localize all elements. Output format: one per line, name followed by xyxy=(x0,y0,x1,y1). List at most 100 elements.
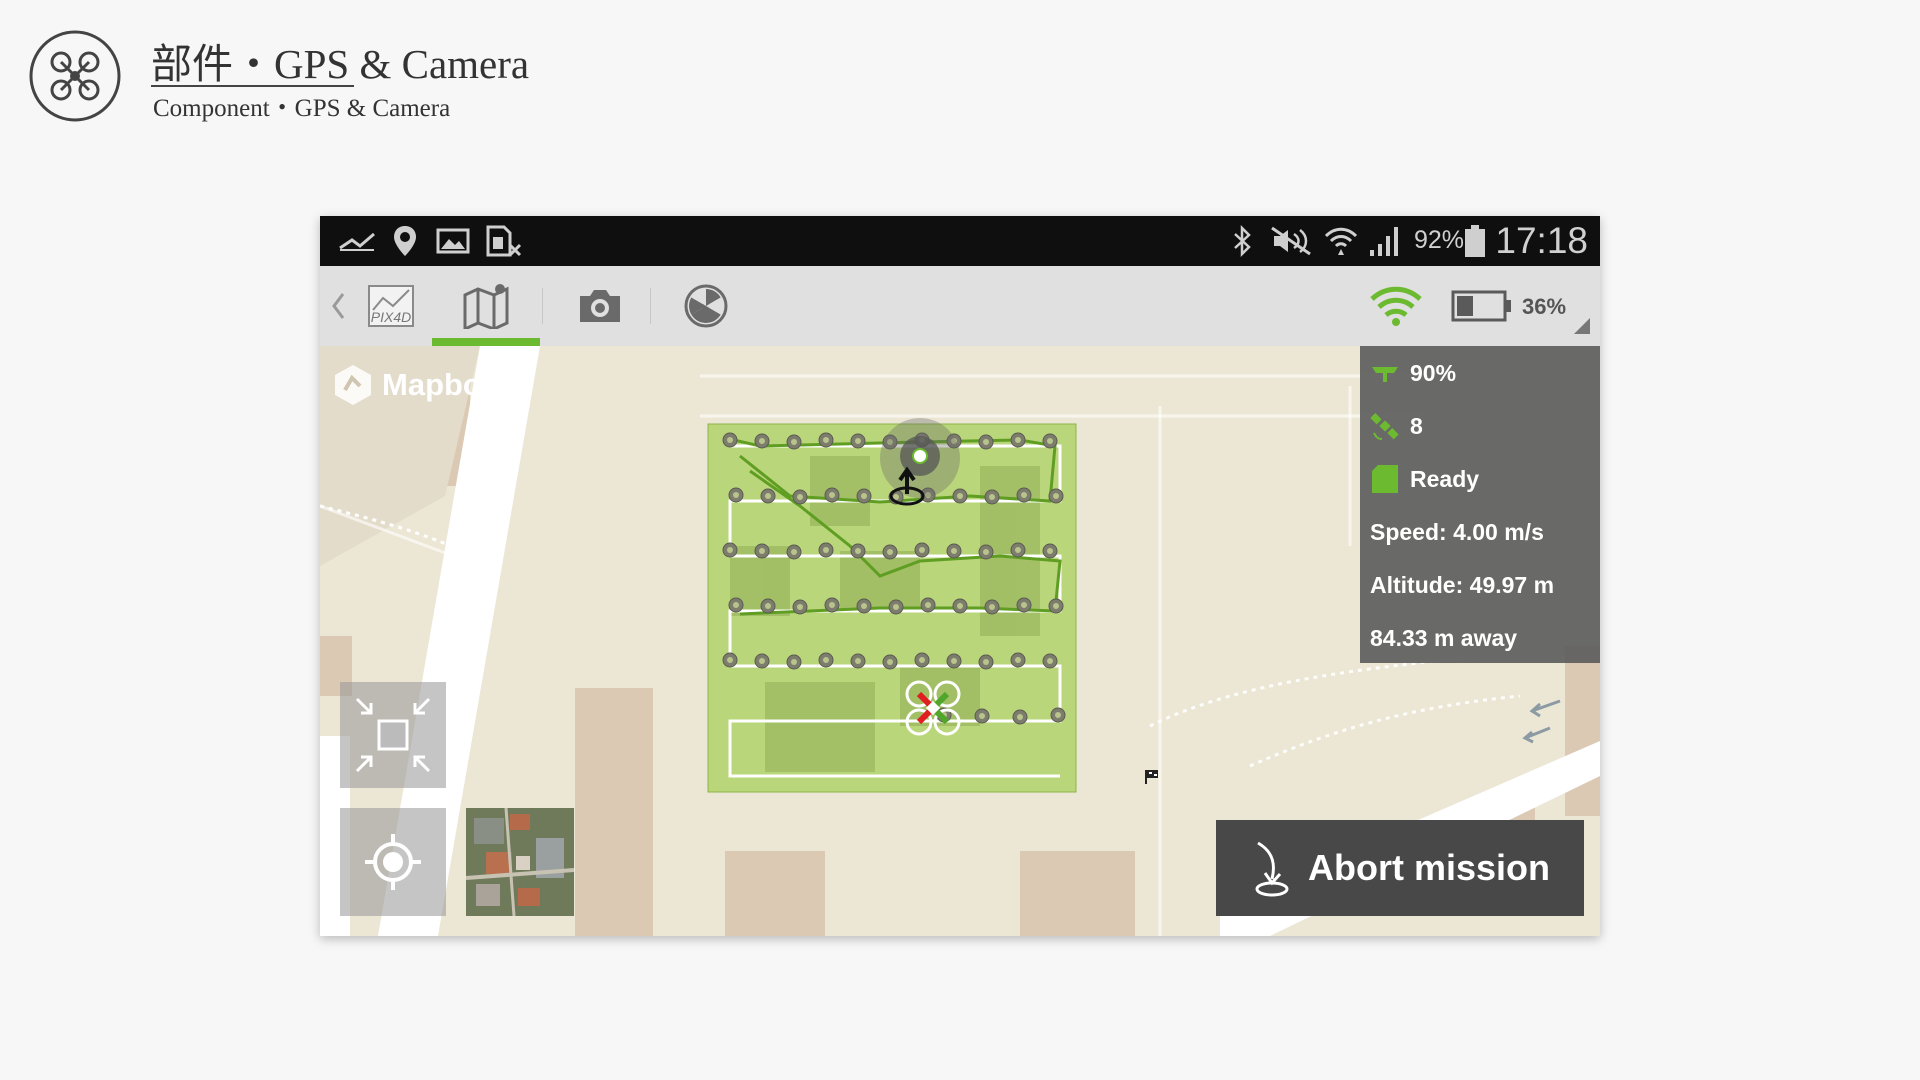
camera-trigger-lens xyxy=(727,437,733,443)
camera-trigger-lens xyxy=(1015,657,1021,663)
telemetry-altitude-value: Altitude: 49.97 m xyxy=(1370,571,1555,598)
camera-trigger-lens xyxy=(733,602,739,608)
camera-trigger-lens xyxy=(791,549,797,555)
map-tab[interactable] xyxy=(456,280,516,332)
camera-trigger-lens xyxy=(919,547,925,553)
app-toolbar: PIX4D 36% xyxy=(320,266,1600,347)
drone-logo-icon xyxy=(29,30,121,122)
satellite-layer-toggle[interactable] xyxy=(466,808,574,916)
telemetry-panel: 90% 8 Ready Speed: 4.00 m/s Altitude: 49… xyxy=(1360,346,1600,663)
telemetry-speed-value: Speed: 4.00 m/s xyxy=(1370,518,1544,545)
camera-trigger-lens xyxy=(823,657,829,663)
camera-trigger-lens xyxy=(797,494,803,500)
camera-trigger-lens xyxy=(727,547,733,553)
camera-trigger-lens xyxy=(823,547,829,553)
drone-battery-text: 36% xyxy=(1522,294,1567,319)
mapbox-logo-icon xyxy=(335,365,371,405)
bluetooth-icon xyxy=(1234,225,1251,257)
camera-trigger-lens xyxy=(759,658,765,664)
wifi-icon xyxy=(1370,286,1422,326)
status-battery-percent: 92% xyxy=(1414,226,1465,254)
location-pin-icon xyxy=(394,226,416,256)
camera-trigger-lens xyxy=(1015,437,1021,443)
camera-trigger-lens xyxy=(855,658,861,664)
camera-trigger-lens xyxy=(925,602,931,608)
camera-trigger-lens xyxy=(957,493,963,499)
chevron-left-icon xyxy=(332,293,345,319)
toolbar-divider xyxy=(650,288,651,324)
camera-trigger-lens xyxy=(957,603,963,609)
satellite-icon xyxy=(1370,413,1399,440)
abort-mission-label: Abort mission xyxy=(1308,847,1551,888)
telemetry-distance: 84.33 m away xyxy=(1370,618,1517,658)
camera-trigger-lens xyxy=(1047,438,1053,444)
telemetry-distance-value: 84.33 m away xyxy=(1370,624,1518,651)
back-button[interactable] xyxy=(326,280,350,332)
battery-icon xyxy=(1451,290,1511,322)
missed-call-icon xyxy=(339,232,375,251)
telemetry-signal: 90% xyxy=(1370,353,1456,393)
slide-title: 部件・GPS & Camera xyxy=(151,41,530,87)
camera-trigger-lens xyxy=(823,437,829,443)
sim-blocked-icon xyxy=(486,225,522,257)
camera-trigger-lens xyxy=(759,548,765,554)
sd-card-icon xyxy=(1372,465,1398,493)
camera-trigger-lens xyxy=(797,604,803,610)
camera-trigger-lens xyxy=(791,659,797,665)
camera-trigger-lens xyxy=(1053,603,1059,609)
camera-trigger-lens xyxy=(1021,602,1027,608)
battery-level-fill xyxy=(1457,296,1473,316)
camera-trigger-lens xyxy=(765,493,771,499)
camera-trigger-lens xyxy=(1015,547,1021,553)
locate-me-button[interactable] xyxy=(340,808,446,916)
camera-trigger-lens xyxy=(733,492,739,498)
camera-trigger-lens xyxy=(829,602,835,608)
telemetry-satellites: 8 xyxy=(1370,406,1423,446)
camera-trigger-lens xyxy=(887,549,893,555)
app-screen: 92% 17:18 PIX4D 36% Mapbox 90% 8 Ready S… xyxy=(320,216,1600,936)
camera-trigger-lens xyxy=(919,657,925,663)
mapbox-label: Mapbox xyxy=(382,367,500,402)
drone-battery-status xyxy=(1450,280,1514,332)
camera-trigger-lens xyxy=(893,604,899,610)
camera-trigger-lens xyxy=(1047,548,1053,554)
landing-icon xyxy=(1255,841,1289,897)
radiation-tab[interactable] xyxy=(676,280,736,332)
abort-mission-button[interactable]: Abort mission xyxy=(1216,820,1584,916)
camera-trigger-lens xyxy=(983,659,989,665)
pix4d-logo-text: PIX4D xyxy=(371,309,411,325)
slide-subtitle: Component・GPS & Camera xyxy=(153,95,451,122)
camera-trigger-lens xyxy=(855,548,861,554)
camera-trigger-lens xyxy=(861,603,867,609)
overflow-corner-icon xyxy=(1574,318,1590,334)
camera-icon xyxy=(580,290,620,322)
pix4d-logo: PIX4D xyxy=(362,280,420,332)
toolbar-divider xyxy=(542,288,543,324)
mapbox-attribution[interactable]: Mapbox xyxy=(330,362,499,408)
radiation-icon xyxy=(684,284,728,328)
connection-wifi-status xyxy=(1366,280,1426,332)
telemetry-sd-status: Ready xyxy=(1410,465,1480,492)
fit-bounds-button[interactable] xyxy=(340,682,446,788)
signal-icon xyxy=(1370,227,1398,256)
camera-tab[interactable] xyxy=(570,280,630,332)
camera-trigger-lens xyxy=(727,657,733,663)
pix4d-logo-icon: PIX4D xyxy=(368,285,414,327)
title-underline xyxy=(151,85,354,87)
camera-trigger-lens xyxy=(759,438,765,444)
camera-trigger-lens xyxy=(861,493,867,499)
camera-trigger-lens xyxy=(951,548,957,554)
camera-trigger-lens xyxy=(979,713,985,719)
active-tab-indicator xyxy=(432,338,540,346)
telemetry-altitude: Altitude: 49.97 m xyxy=(1370,565,1554,605)
map-icon xyxy=(463,284,509,329)
fit-bounds-icon xyxy=(355,697,431,773)
battery-icon xyxy=(1465,225,1485,257)
camera-trigger-lens xyxy=(989,494,995,500)
target-icon xyxy=(912,448,928,464)
camera-trigger-lens xyxy=(765,603,771,609)
gallery-icon xyxy=(436,228,470,254)
telemetry-sd-card: Ready xyxy=(1370,459,1479,499)
camera-trigger-lens xyxy=(983,439,989,445)
status-clock: 17:18 xyxy=(1495,220,1588,261)
